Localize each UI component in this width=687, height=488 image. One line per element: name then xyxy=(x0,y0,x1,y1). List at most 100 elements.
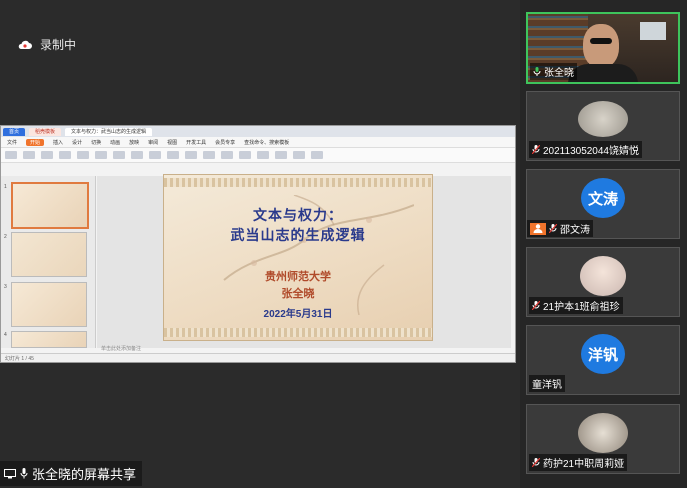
thumb-number: 3 xyxy=(4,284,7,290)
slide-university: 贵州师范大学 xyxy=(265,270,331,283)
slide-thumbnail[interactable] xyxy=(11,331,87,348)
slide-thumbnail[interactable] xyxy=(11,182,89,229)
participant-label: 童洋钒 xyxy=(529,375,565,392)
toolbar-button[interactable] xyxy=(23,151,35,159)
participant-tile[interactable]: 张全晓 xyxy=(526,12,680,84)
mic-icon xyxy=(20,468,28,479)
participant-name: 药护21中职周莉娅 xyxy=(543,459,625,470)
slide-thumbnail[interactable] xyxy=(11,232,87,277)
screen-share-banner: 张全晓的屏幕共享 xyxy=(0,461,143,486)
toolbar-button[interactable] xyxy=(113,151,125,159)
menu-home[interactable]: 开始 xyxy=(26,138,45,146)
participant-avatar-photo xyxy=(578,101,628,137)
toolbar-button[interactable] xyxy=(311,151,323,159)
toolbar-button[interactable] xyxy=(275,151,287,159)
participant-tile[interactable]: 洋钒 童洋钒 xyxy=(526,325,680,395)
thumb-number: 2 xyxy=(4,234,7,240)
recording-label: 录制中 xyxy=(40,38,77,52)
menu-transition[interactable]: 切换 xyxy=(91,139,101,146)
screen-share-label: 张全晓的屏幕共享 xyxy=(32,467,137,482)
mic-muted-icon xyxy=(549,224,557,233)
toolbar-button[interactable] xyxy=(185,151,197,159)
slide-thumbnail[interactable] xyxy=(11,282,87,327)
participant-tile[interactable]: 文涛 邵文涛 xyxy=(526,169,680,239)
mic-muted-icon xyxy=(532,145,540,154)
tab-home[interactable]: 首页 xyxy=(3,127,26,136)
person-face xyxy=(583,24,619,68)
tab-docer[interactable]: 稻壳模板 xyxy=(29,127,62,136)
thumb-number: 1 xyxy=(4,184,7,190)
participant-avatar-text: 文涛 xyxy=(581,178,625,218)
toolbar-button[interactable] xyxy=(167,151,179,159)
wps-tab-bar: 首页 稻壳模板 文本与权力：武当山志的生成逻辑 xyxy=(1,126,515,137)
slide-date: 2022年5月31日 xyxy=(263,309,333,320)
notes-placeholder[interactable]: 单击此处添加备注 xyxy=(101,345,141,352)
participant-tile[interactable]: 药护21中职周莉娅 xyxy=(526,404,680,474)
menu-animation[interactable]: 动画 xyxy=(110,139,120,146)
mic-muted-icon xyxy=(532,458,540,467)
participant-tile[interactable]: 202113052044饶婧悦 xyxy=(526,91,680,161)
toolbar-button[interactable] xyxy=(293,151,305,159)
shared-screen-area: 录制中 首页 稻壳模板 文本与权力：武当山志的生成逻辑 文件 开始 插入 设计 … xyxy=(0,0,520,488)
slide-border-band xyxy=(164,328,432,337)
slide-canvas: 文本与权力： 武当山志的生成逻辑 贵州师范大学 张全晓 2022年5月31日 xyxy=(97,174,511,348)
person-host-icon xyxy=(530,222,546,235)
participant-label: 邵文涛 xyxy=(527,220,593,237)
menu-developer[interactable]: 开发工具 xyxy=(186,139,206,146)
slide-counter: 幻灯片 1 / 45 xyxy=(5,355,34,362)
participant-name: 202113052044饶婧悦 xyxy=(543,146,639,157)
participant-name: 童洋钒 xyxy=(532,380,562,391)
participant-label: 张全晓 xyxy=(530,63,577,80)
toolbar-button[interactable] xyxy=(257,151,269,159)
toolbar-button[interactable] xyxy=(41,151,53,159)
participant-name: 邵文涛 xyxy=(560,225,590,236)
recording-indicator[interactable]: 录制中 xyxy=(18,36,76,53)
slide-title-line1: 文本与权力： xyxy=(253,208,343,224)
screen-share-icon xyxy=(4,468,16,478)
person-body xyxy=(568,64,638,82)
toolbar-button[interactable] xyxy=(77,151,89,159)
participant-name: 张全晓 xyxy=(544,68,574,79)
toolbar-button[interactable] xyxy=(95,151,107,159)
current-slide[interactable]: 文本与权力： 武当山志的生成逻辑 贵州师范大学 张全晓 2022年5月31日 xyxy=(163,174,433,341)
slide-thumbnail-panel: 1 2 3 4 xyxy=(1,176,96,348)
toolbar-button[interactable] xyxy=(221,151,233,159)
wps-toolbar xyxy=(1,148,515,163)
glasses xyxy=(590,38,612,44)
participant-label: 202113052044饶婧悦 xyxy=(529,141,642,158)
toolbar-button[interactable] xyxy=(203,151,215,159)
participant-label: 药护21中职周莉娅 xyxy=(529,454,628,471)
menu-file[interactable]: 文件 xyxy=(7,139,17,146)
wps-status-bar: 幻灯片 1 / 45 xyxy=(1,353,515,362)
mic-muted-icon xyxy=(532,301,540,310)
menu-member[interactable]: 会员专享 xyxy=(215,139,235,146)
tab-document[interactable]: 文本与权力：武当山志的生成逻辑 xyxy=(65,127,153,136)
toolbar-button[interactable] xyxy=(59,151,71,159)
wps-menu-bar: 文件 开始 插入 设计 切换 动画 放映 审阅 视图 开发工具 会员专享 查找命… xyxy=(1,137,515,148)
participant-avatar-text: 洋钒 xyxy=(581,334,625,374)
mic-active-icon xyxy=(533,67,541,76)
slide-title-line2: 武当山志的生成逻辑 xyxy=(230,228,366,244)
slide-border-band xyxy=(164,178,432,187)
participant-avatar-photo xyxy=(580,256,626,296)
participant-name: 21护本1班俞祖珍 xyxy=(543,302,620,313)
toolbar-button[interactable] xyxy=(149,151,161,159)
cloud-record-icon xyxy=(18,40,32,49)
menu-slideshow[interactable]: 放映 xyxy=(129,139,139,146)
participant-avatar-photo xyxy=(578,413,628,453)
menu-search[interactable]: 查找命令、搜索模板 xyxy=(244,139,289,146)
participant-label: 21护本1班俞祖珍 xyxy=(529,297,623,314)
menu-view[interactable]: 视图 xyxy=(167,139,177,146)
participant-tile[interactable]: 21护本1班俞祖珍 xyxy=(526,247,680,317)
toolbar-button[interactable] xyxy=(5,151,17,159)
thumb-number: 4 xyxy=(4,332,7,338)
menu-review[interactable]: 审阅 xyxy=(148,139,158,146)
wps-presentation-window[interactable]: 首页 稻壳模板 文本与权力：武当山志的生成逻辑 文件 开始 插入 设计 切换 动… xyxy=(0,125,516,363)
toolbar-button[interactable] xyxy=(131,151,143,159)
menu-insert[interactable]: 插入 xyxy=(53,139,63,146)
wall-picture xyxy=(640,22,666,40)
slide-author: 张全晓 xyxy=(281,287,315,300)
menu-design[interactable]: 设计 xyxy=(72,139,82,146)
participant-panel: 张全晓 202113052044饶婧悦 文涛 邵文涛 21护本1班俞祖珍 洋钒 … xyxy=(520,0,687,488)
toolbar-button[interactable] xyxy=(239,151,251,159)
